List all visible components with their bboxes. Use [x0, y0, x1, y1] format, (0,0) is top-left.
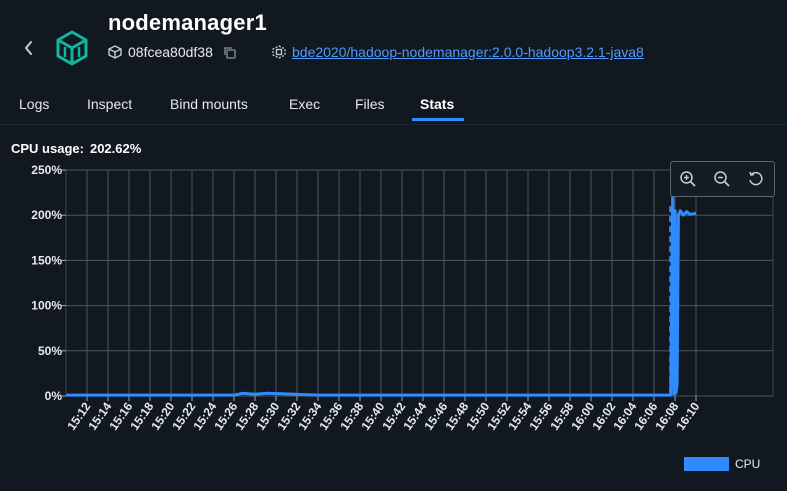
tab-inspect[interactable]: Inspect	[87, 96, 132, 112]
chart-zoom-controls	[670, 161, 775, 197]
legend-swatch-cpu	[684, 457, 729, 471]
active-tab-indicator	[412, 118, 464, 121]
y-tick-label: 250%	[31, 163, 62, 177]
tab-exec[interactable]: Exec	[289, 96, 320, 112]
cpu-chart: 0%50%100%150%200%250%15:1215:1415:1615:1…	[31, 163, 774, 433]
y-tick-label: 0%	[45, 389, 63, 403]
container-image: bde2020/hadoop-nodemanager:2.0.0-hadoop3…	[272, 44, 644, 60]
tab-files[interactable]: Files	[355, 96, 385, 112]
reset-icon[interactable]	[747, 170, 765, 188]
container-name: nodemanager1	[108, 10, 267, 35]
cpu-usage-label: CPU usage:	[11, 141, 84, 156]
container-header: nodemanager1 08fcea80df38 bde2020/hadoop…	[0, 0, 787, 84]
image-layers-icon	[272, 45, 286, 59]
container-logo-icon	[56, 30, 88, 66]
container-id-text: 08fcea80df38	[128, 44, 213, 60]
y-tick-label: 100%	[31, 299, 62, 313]
cube-icon	[108, 45, 122, 59]
legend-label-cpu: CPU	[735, 457, 761, 471]
container-id: 08fcea80df38	[108, 44, 236, 60]
x-tick-label: 16:10	[673, 399, 702, 432]
tab-logs[interactable]: Logs	[19, 96, 49, 112]
chart-legend: CPU	[684, 457, 760, 471]
y-tick-label: 50%	[38, 344, 62, 358]
tab-bind-mounts[interactable]: Bind mounts	[170, 96, 248, 112]
y-tick-label: 150%	[31, 253, 62, 267]
zoom-in-icon[interactable]	[679, 170, 697, 188]
y-tick-label: 200%	[31, 208, 62, 222]
zoom-out-icon[interactable]	[713, 170, 731, 188]
chevron-left-icon[interactable]	[20, 36, 38, 60]
tab-stats[interactable]: Stats	[420, 96, 454, 112]
cpu-usage-value: 202.62%	[89, 141, 142, 156]
image-link[interactable]: bde2020/hadoop-nodemanager:2.0.0-hadoop3…	[292, 44, 644, 60]
cpu-usage-readout: CPU usage: 202.62%	[11, 141, 141, 156]
copy-icon[interactable]	[223, 46, 236, 59]
plot-area	[65, 169, 774, 397]
tab-bar: Logs Inspect Bind mounts Exec Files Stat…	[0, 84, 787, 125]
